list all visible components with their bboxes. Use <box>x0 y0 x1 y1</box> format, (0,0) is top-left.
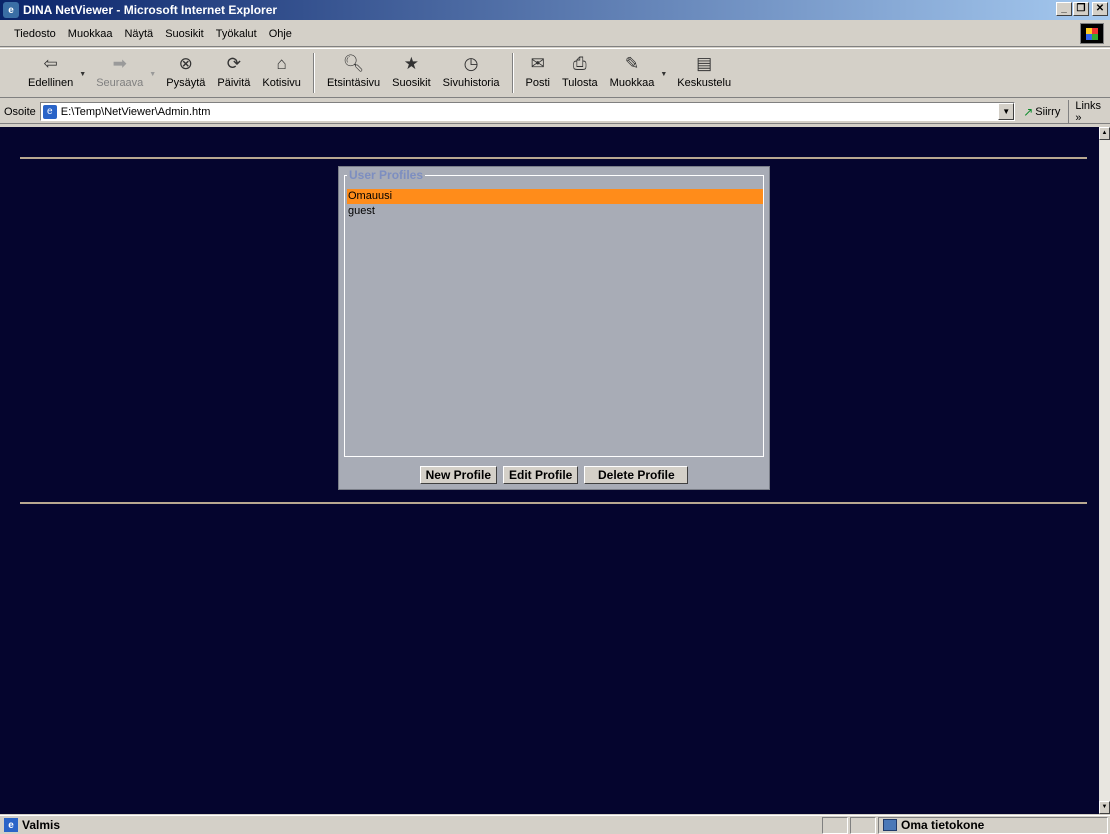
edit-profile-button[interactable]: Edit Profile <box>503 466 579 484</box>
status-cell <box>822 816 848 834</box>
refresh-label: Päivitä <box>217 77 251 89</box>
ie-logo-icon: e <box>3 2 19 18</box>
history-button[interactable]: ◷ Sivuhistoria <box>437 49 506 97</box>
address-url: E:\Temp\NetViewer\Admin.htm <box>60 105 211 118</box>
menu-bar: Tiedosto Muokkaa Näytä Suosikit Työkalut… <box>0 21 1110 47</box>
history-icon: ◷ <box>463 54 479 73</box>
stop-button[interactable]: ⊗ Pysäytä <box>160 49 211 97</box>
address-input[interactable]: e E:\Temp\NetViewer\Admin.htm ▼ <box>39 102 1016 121</box>
list-item[interactable]: guest <box>347 204 763 219</box>
window-title: DINA NetViewer - Microsoft Internet Expl… <box>23 3 278 17</box>
go-button[interactable]: ↗ Siirry <box>1023 105 1060 119</box>
page-icon: e <box>42 104 57 119</box>
bottom-divider <box>20 502 1087 504</box>
status-text: Valmis <box>22 818 61 832</box>
favorites-button[interactable]: ★ Suosikit <box>386 49 437 97</box>
edit-label: Muokkaa <box>609 77 655 89</box>
refresh-button[interactable]: ⟳ Päivitä <box>211 49 256 97</box>
edit-button[interactable]: ✎ Muokkaa <box>604 49 661 97</box>
new-profile-button[interactable]: New Profile <box>419 466 497 484</box>
top-divider <box>20 157 1087 159</box>
favorites-icon: ★ <box>403 54 420 73</box>
menu-muokkaa[interactable]: Muokkaa <box>62 26 119 42</box>
back-label: Edellinen <box>28 77 74 89</box>
menu-tiedosto[interactable]: Tiedosto <box>8 26 62 42</box>
search-label: Etsintäsivu <box>326 77 381 89</box>
home-button[interactable]: ⌂ Kotisivu <box>256 49 307 97</box>
user-profiles-panel: User Profiles Omauusi guest New Profile … <box>338 166 770 490</box>
scroll-down-icon[interactable]: ▼ <box>1099 801 1110 814</box>
profile-list[interactable]: Omauusi guest <box>347 189 763 219</box>
menu-suosikit[interactable]: Suosikit <box>159 26 210 42</box>
security-zone: Oma tietokone <box>878 816 1108 834</box>
user-profiles-fieldset: User Profiles Omauusi guest <box>344 168 764 457</box>
mail-icon: ✉ <box>530 54 545 73</box>
status-cell <box>850 816 876 834</box>
minimize-button[interactable]: _ <box>1056 2 1072 16</box>
address-dropdown-icon[interactable]: ▼ <box>998 103 1015 120</box>
refresh-icon: ⟳ <box>226 54 242 73</box>
history-label: Sivuhistoria <box>442 77 500 89</box>
profile-button-row: New Profile Edit Profile Delete Profile <box>339 461 769 489</box>
search-button[interactable]: 🔍︎ Etsintäsivu <box>321 49 386 97</box>
links-label: Links <box>1075 99 1102 112</box>
edit-icon: ✎ <box>624 54 640 73</box>
computer-icon <box>883 819 897 831</box>
home-label: Kotisivu <box>262 77 301 89</box>
menu-ohje[interactable]: Ohje <box>263 26 298 42</box>
window-titlebar: e DINA NetViewer - Microsoft Internet Ex… <box>0 0 1110 20</box>
search-icon: 🔍︎ <box>342 54 365 73</box>
home-icon: ⌂ <box>276 54 287 73</box>
status-bar: e Valmis Oma tietokone <box>0 815 1110 834</box>
print-label: Tulosta <box>562 77 598 89</box>
stop-label: Pysäytä <box>166 77 206 89</box>
mail-label: Posti <box>525 77 550 89</box>
status-left: e Valmis <box>0 818 822 832</box>
scroll-up-icon[interactable]: ▲ <box>1099 127 1110 140</box>
restore-button[interactable]: ❐ <box>1073 2 1089 16</box>
back-arrow-icon: ⇦ <box>43 54 58 73</box>
close-button[interactable]: ✕ <box>1092 2 1108 16</box>
back-button[interactable]: ⇦ Edellinen <box>22 49 79 97</box>
forward-dropdown-icon[interactable]: ▼ <box>149 71 156 78</box>
address-label: Osoite <box>4 105 36 118</box>
go-label: Siirry <box>1035 105 1061 118</box>
toolbar-separator <box>312 53 315 93</box>
discuss-label: Keskustelu <box>677 77 732 89</box>
favorites-label: Suosikit <box>392 77 431 89</box>
edit-dropdown-icon[interactable]: ▼ <box>660 71 667 78</box>
forward-button[interactable]: ➡ Seuraava <box>90 49 149 97</box>
printer-icon: ⎙ <box>573 54 587 73</box>
mail-button[interactable]: ✉ Posti <box>520 49 556 97</box>
page-content: User Profiles Omauusi guest New Profile … <box>0 127 1099 814</box>
links-button[interactable]: Links » <box>1068 99 1110 124</box>
forward-label: Seuraava <box>96 77 144 89</box>
windows-logo-icon <box>1080 23 1104 44</box>
list-item[interactable]: Omauusi <box>347 189 763 204</box>
page-status-icon: e <box>4 818 18 832</box>
print-button[interactable]: ⎙ Tulosta <box>556 49 604 97</box>
address-bar: Osoite e E:\Temp\NetViewer\Admin.htm ▼ ↗… <box>0 99 1110 124</box>
user-profiles-legend: User Profiles <box>347 168 426 182</box>
stop-icon: ⊗ <box>178 54 193 73</box>
discuss-button[interactable]: ▤ Keskustelu <box>671 49 737 97</box>
menu-nayta[interactable]: Näytä <box>118 26 159 42</box>
toolbar-separator <box>511 53 514 93</box>
go-arrow-icon: ↗ <box>1023 104 1034 119</box>
vertical-scrollbar[interactable]: ▲ ▼ <box>1099 127 1110 814</box>
zone-text: Oma tietokone <box>901 818 985 832</box>
standard-toolbar: ⇦ Edellinen ▼ ➡ Seuraava ▼ ⊗ Pysäytä ⟳ P… <box>0 48 1110 98</box>
discuss-icon: ▤ <box>696 54 713 73</box>
menu-tyokalut[interactable]: Työkalut <box>210 26 263 42</box>
forward-arrow-icon: ➡ <box>112 54 127 73</box>
back-dropdown-icon[interactable]: ▼ <box>79 71 86 78</box>
window-controls: _ ❐ ✕ <box>1056 2 1108 16</box>
delete-profile-button[interactable]: Delete Profile <box>584 466 689 484</box>
